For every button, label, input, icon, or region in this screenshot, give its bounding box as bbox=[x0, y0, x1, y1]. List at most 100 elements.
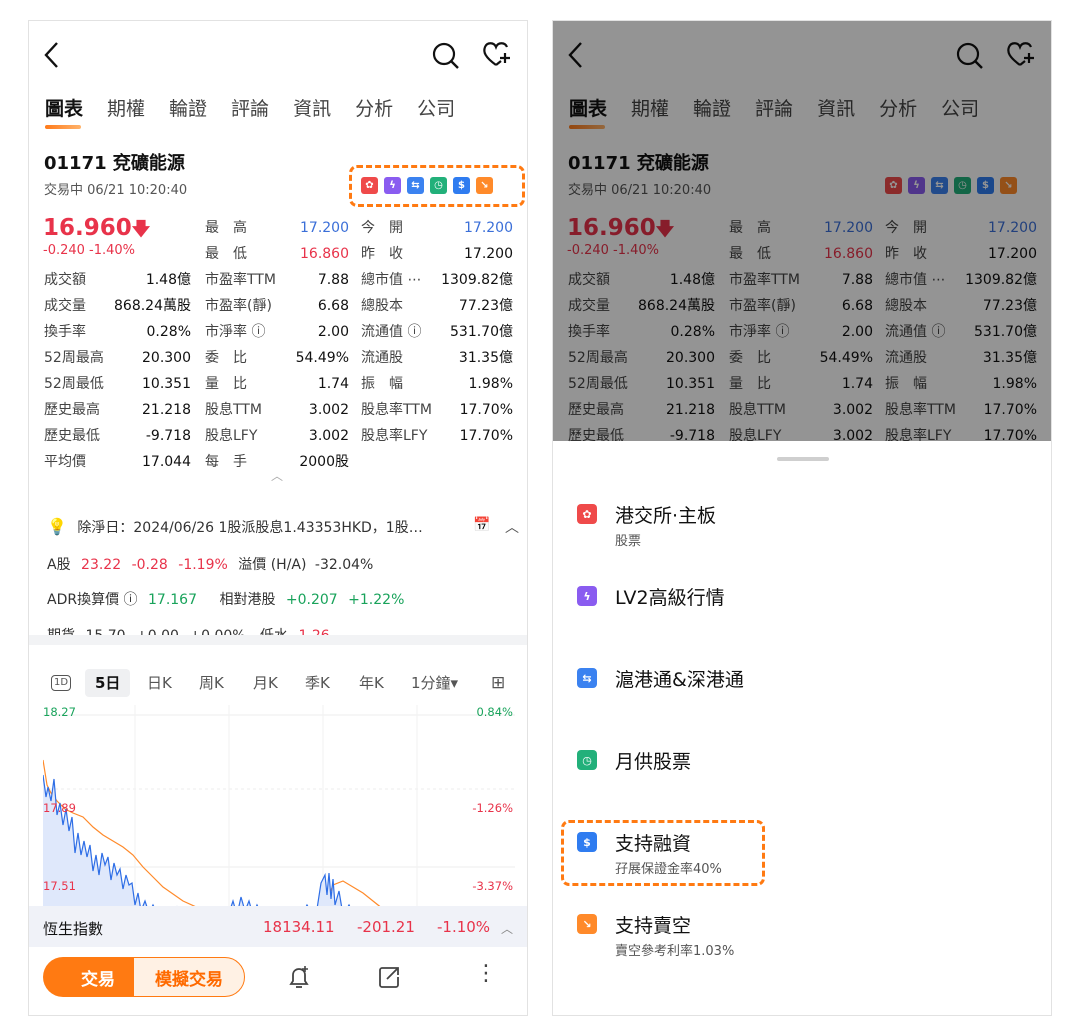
tab-news[interactable]: 資訊 bbox=[293, 96, 331, 126]
alert-icon[interactable] bbox=[285, 963, 313, 995]
stat-label: 股息率TTM bbox=[361, 402, 432, 418]
a-share-label: A股 bbox=[47, 557, 71, 573]
quote-label: 昨 收 bbox=[361, 246, 403, 262]
sheet-item-title: 月供股票 bbox=[615, 751, 692, 773]
1d-icon[interactable]: 1D bbox=[51, 675, 72, 691]
tab-5day[interactable]: 5日 bbox=[85, 669, 131, 697]
search-icon[interactable] bbox=[431, 39, 461, 75]
tab-analysis[interactable]: 分析 bbox=[355, 96, 393, 126]
dividend-row[interactable]: 💡 除淨日：2024/06/26 1股派股息1.43353HKD，1股… 📅 ︿ bbox=[47, 517, 519, 537]
stat-label: 股息LFY bbox=[205, 428, 258, 444]
quote-value: 17.200 bbox=[464, 246, 513, 262]
tab-year-k[interactable]: 年K bbox=[359, 669, 384, 697]
tab-quarter-k[interactable]: 季K bbox=[305, 669, 330, 697]
stat-label: 歷史最低 bbox=[44, 428, 100, 444]
interval-select[interactable]: 1分鐘▾ bbox=[411, 669, 458, 697]
a-share-row[interactable]: A股 23.22 -0.28 -1.19% 溢價 (H/A) -32.04% bbox=[47, 554, 373, 574]
a-share-pct: -1.19% bbox=[178, 557, 228, 573]
hkex-icon: ✿ bbox=[577, 504, 597, 524]
monthly-icon: ◷ bbox=[577, 750, 597, 770]
share-icon[interactable] bbox=[375, 963, 403, 995]
paper-trade-button[interactable]: 模擬交易 bbox=[133, 957, 245, 997]
stat-value: 1.98% bbox=[468, 376, 513, 392]
tab-warrants[interactable]: 輪證 bbox=[169, 96, 207, 126]
back-icon[interactable] bbox=[41, 39, 63, 75]
sheet-item-sub: 賣空參考利率1.03% bbox=[615, 944, 735, 959]
stat-label: 量 比 bbox=[205, 376, 247, 392]
stat-label: 市盈率TTM bbox=[205, 272, 276, 288]
collapse-icon[interactable]: ︿ bbox=[271, 467, 283, 484]
chart-low-label: 17.51 bbox=[43, 879, 76, 893]
stat-value: 1.74 bbox=[317, 376, 349, 392]
stat-value: 54.49% bbox=[295, 350, 349, 366]
highlight-box bbox=[561, 820, 765, 886]
tab-chart[interactable]: 圖表 bbox=[45, 96, 83, 129]
stat-label: 成交額 bbox=[44, 272, 86, 288]
tab-weekly-k[interactable]: 周K bbox=[199, 669, 224, 697]
stat-label: 振 幅 bbox=[361, 376, 403, 392]
tab-monthly-k[interactable]: 月K bbox=[253, 669, 278, 697]
more-icon[interactable]: ⋮ bbox=[475, 961, 497, 986]
grid-icon[interactable]: ⊞ bbox=[491, 669, 505, 697]
dim-overlay[interactable] bbox=[553, 21, 1051, 441]
sheet-item-title: 滬港通&深港通 bbox=[615, 669, 744, 691]
stat-value: 3.002 bbox=[308, 428, 349, 444]
stat-label: 流通值 ⓘ bbox=[361, 324, 422, 340]
relative-label: 相對港股 bbox=[219, 592, 276, 608]
chart-high-label: 18.27 bbox=[43, 705, 76, 719]
tab-comments[interactable]: 評論 bbox=[231, 96, 269, 126]
stock-detail-screen: 圖表 期權 輪證 評論 資訊 分析 公司 01171 兗礦能源 交易中 06/2… bbox=[28, 20, 528, 1016]
short-icon: ↘ bbox=[577, 914, 597, 934]
connect-icon: ⇆ bbox=[577, 668, 597, 688]
stat-value: 10.351 bbox=[142, 376, 191, 392]
premium-value: -32.04% bbox=[314, 557, 374, 573]
trading-status: 交易中 06/21 10:20:40 bbox=[44, 183, 188, 198]
stat-value: 3.002 bbox=[308, 402, 349, 418]
index-value: 18134.11 bbox=[263, 918, 335, 936]
tab-options[interactable]: 期權 bbox=[107, 96, 145, 126]
sheet-item-title: LV2高級行情 bbox=[615, 587, 725, 609]
stat-label: 歷史最高 bbox=[44, 402, 100, 418]
quote-label: 最 高 bbox=[205, 220, 247, 236]
stat-value: 2.00 bbox=[317, 324, 349, 340]
stat-value: 1.48億 bbox=[145, 272, 191, 288]
quote-label: 今 開 bbox=[361, 220, 403, 236]
stat-value: 17.70% bbox=[459, 428, 513, 444]
chart-mid-pct: -1.26% bbox=[472, 801, 513, 815]
top-bar bbox=[29, 35, 527, 75]
chevron-up-icon[interactable]: ︿ bbox=[505, 517, 519, 537]
sheet-item-title: 支持賣空 bbox=[615, 915, 692, 937]
calendar-icon[interactable]: 📅 bbox=[473, 517, 490, 533]
stat-value: 6.68 bbox=[317, 298, 349, 314]
stat-value: 20.300 bbox=[142, 350, 191, 366]
stock-title: 01171 兗礦能源 bbox=[44, 153, 185, 174]
stat-label: 平均價 bbox=[44, 454, 86, 470]
feature-sheet: ✿ 港交所·主板 股票 ϟ LV2高級行情 ⇆ 滬港通&深港通 ◷ 月供股票 $… bbox=[553, 441, 1051, 1015]
premium-label: 溢價 (H/A) bbox=[238, 557, 307, 573]
chart-mid-label: 17.89 bbox=[43, 801, 76, 815]
bottom-action-bar: 交易 模擬交易 ⋮ bbox=[29, 947, 527, 1015]
adr-change: +0.207 bbox=[285, 592, 338, 608]
price-chart[interactable]: 18.27 17.89 17.51 0.84% -1.26% -3.37% bbox=[42, 705, 515, 925]
adr-pct: +1.22% bbox=[348, 592, 405, 608]
tab-company[interactable]: 公司 bbox=[417, 96, 455, 126]
adr-row[interactable]: ADR換算價 ⓘ 17.167 相對港股 +0.207 +1.22% bbox=[47, 589, 404, 609]
stat-label: 市淨率 ⓘ bbox=[205, 324, 266, 340]
kline-tabs: 1D 5日 日K 周K 月K 季K 年K 1分鐘▾ ⊞ bbox=[45, 669, 515, 697]
stat-value: 17.70% bbox=[459, 402, 513, 418]
stat-label: 委 比 bbox=[205, 350, 247, 366]
stat-value: 31.35億 bbox=[458, 350, 513, 366]
index-name: 恆生指數 bbox=[43, 920, 104, 938]
chevron-up-icon[interactable]: ︿ bbox=[501, 920, 513, 937]
sheet-handle[interactable] bbox=[777, 457, 829, 461]
adr-label: ADR換算價 ⓘ bbox=[47, 592, 138, 608]
add-favorite-icon[interactable] bbox=[481, 39, 513, 75]
sheet-item-sub: 股票 bbox=[615, 534, 642, 549]
stat-value: 21.218 bbox=[142, 402, 191, 418]
stock-detail-with-sheet: 圖表 期權 輪證 評論 資訊 分析 公司 01171 兗礦能源 交易中 06/2… bbox=[552, 20, 1052, 1016]
index-change: -201.21 bbox=[357, 918, 415, 936]
tab-daily-k[interactable]: 日K bbox=[147, 669, 172, 697]
quote-label: 最 低 bbox=[205, 246, 247, 262]
index-ticker[interactable]: 恆生指數 18134.11 -201.21 -1.10% ︿ bbox=[29, 906, 527, 948]
highlight-box bbox=[349, 165, 525, 207]
